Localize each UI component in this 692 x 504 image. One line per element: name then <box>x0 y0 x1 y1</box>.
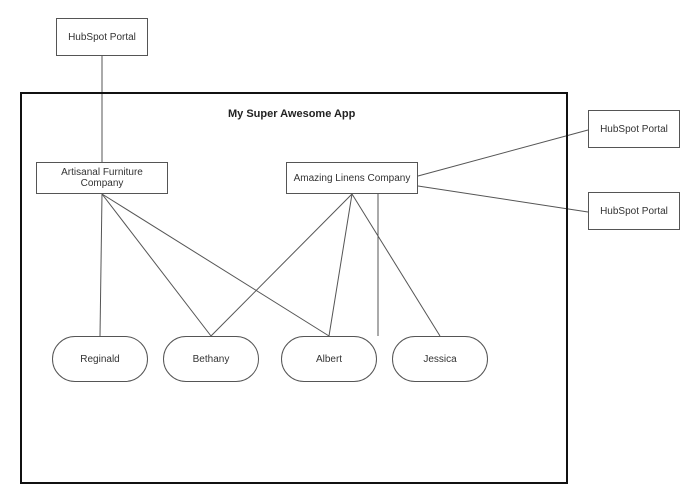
person-bethany: Bethany <box>163 336 259 382</box>
hubspot-portal-top: HubSpot Portal <box>56 18 148 56</box>
person-jessica: Jessica <box>392 336 488 382</box>
hubspot-portal-right-2: HubSpot Portal <box>588 192 680 230</box>
hubspot-portal-right-1: HubSpot Portal <box>588 110 680 148</box>
main-app-title: My Super Awesome App <box>228 108 355 120</box>
company-amazing-linens: Amazing Linens Company <box>286 162 418 194</box>
person-albert: Albert <box>281 336 377 382</box>
diagram-canvas: My Super Awesome App HubSpot Portal HubS… <box>0 0 692 504</box>
main-app-frame <box>20 92 568 484</box>
person-reginald: Reginald <box>52 336 148 382</box>
company-artisanal-furniture: Artisanal Furniture Company <box>36 162 168 194</box>
